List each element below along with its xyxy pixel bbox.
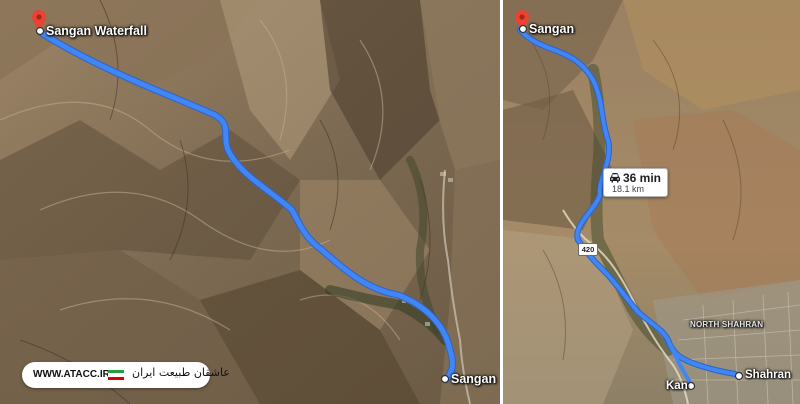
highway-shield: 420	[578, 243, 598, 256]
iran-flag-icon	[108, 370, 124, 380]
route-endpoint-icon	[440, 374, 450, 384]
left-map-panel[interactable]	[0, 0, 500, 404]
car-icon	[610, 173, 620, 183]
place-label-shahran[interactable]: Shahran	[745, 369, 791, 381]
route-endpoint-icon	[518, 24, 528, 34]
route-info-box[interactable]: 36 min 18.1 km	[603, 168, 668, 197]
right-map-panel[interactable]	[503, 0, 800, 404]
route-endpoint-icon	[35, 26, 45, 36]
map-comparison: Sangan Waterfall Sangan Sangan 36 min 18…	[0, 0, 800, 404]
left-satellite-terrain	[0, 0, 500, 404]
district-label: NORTH SHAHRAN	[690, 320, 764, 329]
watermark-badge: WWW.ATACC.IR عاشقان طبیعت ایران	[22, 362, 230, 388]
place-label-kan[interactable]: Kan	[666, 380, 688, 392]
right-satellite-terrain	[503, 0, 800, 404]
destination-label-left[interactable]: Sangan	[451, 372, 496, 386]
watermark-url: WWW.ATACC.IR	[33, 369, 110, 380]
route-endpoint-icon	[734, 371, 744, 381]
watermark-logo-text: عاشقان طبیعت ایران	[132, 366, 230, 379]
origin-label-right[interactable]: Sangan	[529, 22, 574, 36]
route-time: 36 min	[623, 171, 662, 185]
origin-label-left[interactable]: Sangan Waterfall	[46, 24, 147, 38]
route-distance: 18.1 km	[612, 184, 645, 194]
